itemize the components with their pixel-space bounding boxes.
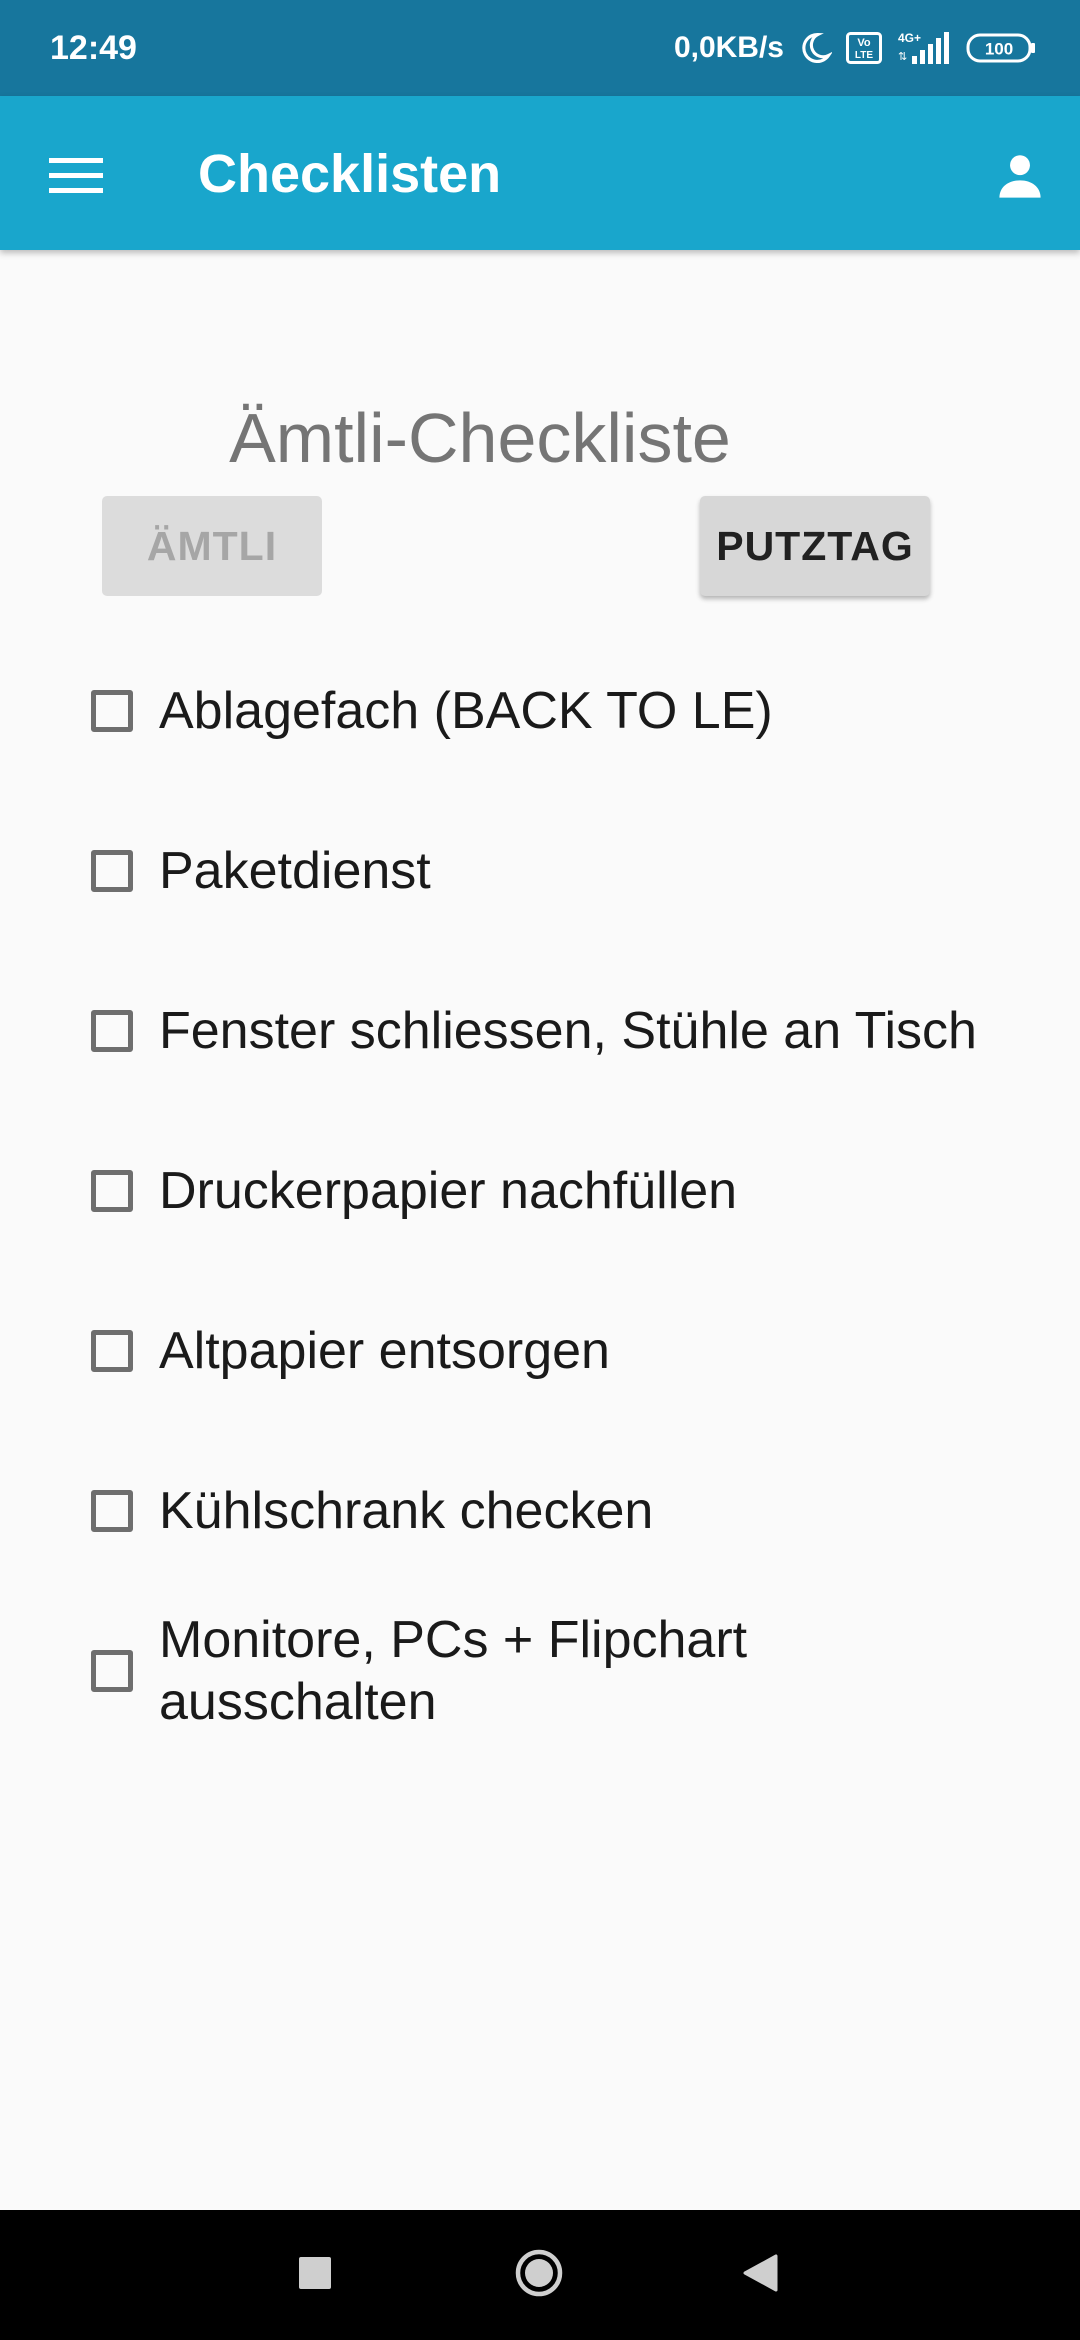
battery-level: 100 <box>985 40 1013 59</box>
system-nav-bar <box>0 2210 1080 2340</box>
checkbox[interactable] <box>91 1170 133 1212</box>
back-triangle-icon <box>742 2254 778 2297</box>
checkbox[interactable] <box>91 1330 133 1372</box>
home-circle-icon <box>514 2248 564 2303</box>
checkbox[interactable] <box>91 1650 133 1692</box>
menu-button[interactable] <box>36 138 116 218</box>
home-button[interactable] <box>509 2245 569 2305</box>
svg-text:Vo: Vo <box>857 37 871 49</box>
page-heading: Ämtli-Checkliste <box>229 399 731 477</box>
status-icons: 0,0KB/s Vo LTE 4G+ ⇅ 100 <box>674 26 1036 70</box>
app-bar: Checklisten <box>0 96 1080 250</box>
network-speed: 0,0KB/s <box>673 31 784 64</box>
status-time: 12:49 <box>50 29 137 67</box>
checkbox[interactable] <box>91 1490 133 1532</box>
checklist-item[interactable]: Druckerpapier nachfüllen <box>86 1160 1036 1222</box>
checklist-item-label: Ablagefach (BACK TO LE) <box>159 682 773 740</box>
checklist-item-label: Altpapier entsorgen <box>159 1322 610 1380</box>
svg-text:⇅: ⇅ <box>898 51 907 63</box>
checklist-item[interactable]: Monitore, PCs + Flipchart ausschalten <box>86 1609 806 1733</box>
checklist-item[interactable]: Kühlschrank checken <box>86 1480 1036 1542</box>
account-icon <box>994 150 1046 207</box>
checklist-item-label: Monitore, PCs + Flipchart ausschalten <box>159 1611 748 1731</box>
back-button[interactable] <box>730 2245 790 2305</box>
battery-icon: 100 <box>966 33 1036 63</box>
hamburger-menu-icon <box>49 156 103 201</box>
volte-icon: Vo LTE <box>846 32 882 64</box>
checklist-item-label: Druckerpapier nachfüllen <box>159 1162 738 1220</box>
network-type-label: 4G+ <box>898 31 921 45</box>
putztag-button[interactable]: PUTZTAG <box>700 496 930 596</box>
checklist-item[interactable]: Paketdienst <box>86 840 1036 902</box>
svg-text:LTE: LTE <box>855 50 873 61</box>
checklist-item-label: Paketdienst <box>159 842 431 900</box>
recents-button[interactable] <box>285 2245 345 2305</box>
checkbox[interactable] <box>91 1010 133 1052</box>
checklist-item-label: Fenster schliessen, Stühle an Tisch <box>159 1002 977 1060</box>
checklist-item[interactable]: Fenster schliessen, Stühle an Tisch <box>86 1000 1036 1062</box>
checklist-item[interactable]: Ablagefach (BACK TO LE) <box>86 680 1036 742</box>
checklist-item[interactable]: Altpapier entsorgen <box>86 1320 1036 1382</box>
amtli-button[interactable]: ÄMTLI <box>102 496 322 596</box>
status-bar: 12:49 0,0KB/s Vo LTE 4G+ ⇅ 100 <box>0 0 1080 96</box>
app-title: Checklisten <box>198 144 502 204</box>
recents-square-icon <box>299 2256 331 2294</box>
checkbox[interactable] <box>91 850 133 892</box>
account-button[interactable] <box>980 138 1060 218</box>
moon-icon <box>798 31 832 65</box>
checkbox[interactable] <box>91 690 133 732</box>
checklist-item-label: Kühlschrank checken <box>159 1482 654 1540</box>
signal-icon: 4G+ ⇅ <box>896 30 952 66</box>
